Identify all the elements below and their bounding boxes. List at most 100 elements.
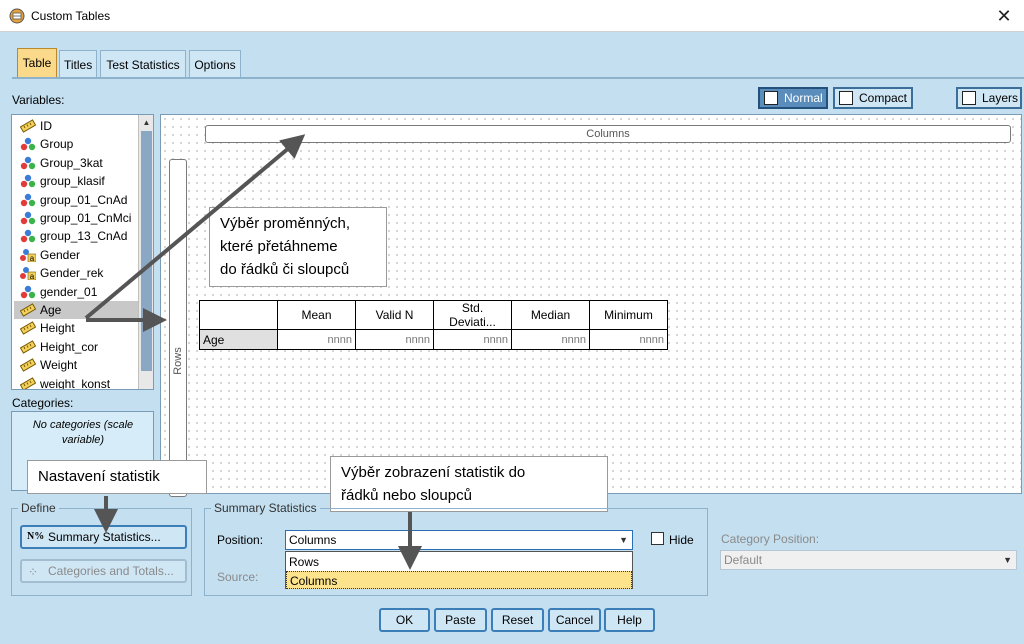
callout-line: které přetáhneme bbox=[220, 238, 338, 255]
position-dropdown[interactable]: Rows Columns bbox=[285, 551, 633, 589]
scale-ruler-icon bbox=[19, 303, 37, 317]
nominal-circles-icon bbox=[20, 211, 36, 225]
category-position-label: Category Position: bbox=[721, 532, 820, 546]
summary-statistics-label: Summary Statistics... bbox=[48, 530, 161, 544]
table-cell: nnnn bbox=[277, 329, 356, 350]
categories-text: No categories (scale variable) bbox=[32, 419, 134, 446]
title-bar: Custom Tables ✕ bbox=[0, 0, 1024, 32]
ok-button[interactable]: OK bbox=[379, 608, 430, 632]
callout-line: Výběr proměnných, bbox=[220, 215, 351, 232]
variable-item[interactable]: group_01_CnAd bbox=[18, 191, 127, 209]
column-header: Median bbox=[511, 300, 590, 330]
svg-text:a: a bbox=[30, 272, 35, 280]
variable-item[interactable]: gender_01 bbox=[18, 283, 97, 301]
variable-item[interactable]: weight_konst bbox=[18, 375, 111, 390]
define-title: Define bbox=[18, 501, 59, 515]
variable-item[interactable]: group_13_CnAd bbox=[18, 227, 127, 245]
layers-button[interactable]: Layers bbox=[956, 87, 1022, 109]
variable-name: group_01_CnAd bbox=[40, 192, 128, 207]
rows-label: Rows bbox=[172, 347, 184, 375]
chevron-down-icon[interactable]: ▼ bbox=[1003, 551, 1012, 569]
categories-totals-button[interactable]: ⁘ Categories and Totals... bbox=[20, 559, 187, 583]
variable-item[interactable]: Height bbox=[18, 319, 75, 337]
nominal-circles-icon bbox=[20, 193, 36, 207]
layers-icon bbox=[962, 91, 976, 105]
normal-view-button[interactable]: Normal bbox=[758, 87, 828, 109]
summary-statistics-button[interactable]: N% Summary Statistics... bbox=[20, 525, 187, 549]
table-cell: nnnn bbox=[433, 329, 512, 350]
variable-list[interactable]: ID Group Group_3kat group_klasif group_01_Cn… bbox=[11, 114, 154, 390]
callout-settings: Nastavení statistik bbox=[27, 460, 207, 494]
scale-ruler-icon bbox=[19, 119, 37, 133]
variable-item[interactable]: Age bbox=[14, 301, 138, 319]
columns-drop-zone[interactable]: Columns bbox=[205, 125, 1011, 143]
variable-name: Height_cor bbox=[40, 339, 99, 354]
callout-line: do řádků či sloupců bbox=[220, 261, 350, 278]
preview-table: Mean Valid N Std. Deviati... Median Mini… bbox=[199, 300, 668, 350]
tab-titles[interactable]: Titles bbox=[59, 50, 97, 78]
summary-statistics-title: Summary Statistics bbox=[211, 501, 320, 515]
variable-item[interactable]: group_01_CnMci bbox=[18, 209, 131, 227]
variable-item[interactable]: ID bbox=[18, 117, 52, 135]
chevron-down-icon[interactable]: ▼ bbox=[619, 531, 628, 549]
variable-name: group_01_CnMci bbox=[40, 211, 132, 225]
hide-label: Hide bbox=[669, 533, 694, 547]
variable-name: Weight bbox=[40, 358, 78, 373]
tab-table[interactable]: Table bbox=[17, 48, 57, 78]
variable-list-scrollbar[interactable]: ▲ bbox=[138, 115, 153, 389]
variable-name: group_13_CnAd bbox=[40, 229, 128, 244]
window-title: Custom Tables bbox=[31, 9, 111, 23]
variable-item[interactable]: Group bbox=[18, 135, 73, 153]
help-button[interactable]: Help bbox=[604, 608, 655, 632]
paste-button[interactable]: Paste bbox=[434, 608, 487, 632]
variable-item[interactable]: a Gender_rek bbox=[18, 264, 103, 282]
column-header: Mean bbox=[277, 300, 356, 330]
variable-item[interactable]: a Gender bbox=[18, 246, 80, 264]
variables-label: Variables: bbox=[12, 93, 65, 107]
callout-line: Výběr zobrazení statistik do bbox=[341, 464, 526, 481]
tab-options[interactable]: Options bbox=[189, 50, 241, 78]
table-row: Age nnnn nnnn nnnn nnnn nnnn bbox=[199, 329, 668, 350]
category-position-select[interactable]: Default ▼ bbox=[720, 550, 1017, 570]
variable-name: group_klasif bbox=[40, 174, 105, 189]
hide-checkbox[interactable] bbox=[651, 532, 664, 545]
reset-button[interactable]: Reset bbox=[491, 608, 544, 632]
cancel-button[interactable]: Cancel bbox=[548, 608, 601, 632]
category-position-value: Default bbox=[724, 553, 763, 567]
variable-item[interactable]: group_klasif bbox=[18, 172, 105, 190]
source-label: Source: bbox=[217, 570, 259, 584]
tab-test-statistics[interactable]: Test Statistics bbox=[100, 50, 186, 78]
nominal-circles-icon bbox=[20, 285, 36, 299]
rows-drop-zone[interactable]: Rows bbox=[169, 159, 187, 497]
table-cell: nnnn bbox=[589, 329, 668, 350]
dropdown-option-rows[interactable]: Rows bbox=[286, 553, 632, 571]
compact-view-button[interactable]: Compact bbox=[833, 87, 913, 109]
categories-totals-label: Categories and Totals... bbox=[48, 564, 174, 578]
row-label: Age bbox=[199, 329, 278, 350]
compact-icon bbox=[839, 91, 853, 105]
variable-name: weight_konst bbox=[40, 376, 111, 390]
nominal-circles-icon bbox=[20, 174, 36, 188]
table-corner bbox=[199, 300, 278, 330]
variable-name: Group_3kat bbox=[40, 155, 103, 170]
column-header: Minimum bbox=[589, 300, 668, 330]
position-value: Columns bbox=[289, 533, 337, 547]
callout-line: řádků nebo sloupců bbox=[341, 487, 472, 504]
app-icon bbox=[9, 8, 25, 24]
categories-totals-icon: ⁘ bbox=[28, 565, 39, 579]
variable-name: Gender bbox=[40, 247, 81, 262]
summary-statistics-icon: N% bbox=[27, 531, 45, 542]
dropdown-option-columns[interactable]: Columns bbox=[286, 571, 632, 589]
scroll-up-icon[interactable]: ▲ bbox=[139, 115, 153, 130]
close-icon[interactable]: ✕ bbox=[992, 4, 1016, 28]
scroll-thumb[interactable] bbox=[141, 131, 152, 371]
variable-item[interactable]: Weight bbox=[18, 356, 77, 374]
table-cell: nnnn bbox=[511, 329, 590, 350]
variable-name: ID bbox=[40, 119, 52, 133]
position-select[interactable]: Columns ▼ bbox=[285, 530, 633, 550]
variable-item[interactable]: Height_cor bbox=[18, 338, 98, 356]
table-canvas[interactable]: Columns Rows Mean Valid N Std. Deviati..… bbox=[160, 114, 1022, 497]
layers-label: Layers bbox=[982, 91, 1019, 105]
variable-item[interactable]: Group_3kat bbox=[18, 154, 103, 172]
table-header-row: Mean Valid N Std. Deviati... Median Mini… bbox=[199, 300, 668, 330]
